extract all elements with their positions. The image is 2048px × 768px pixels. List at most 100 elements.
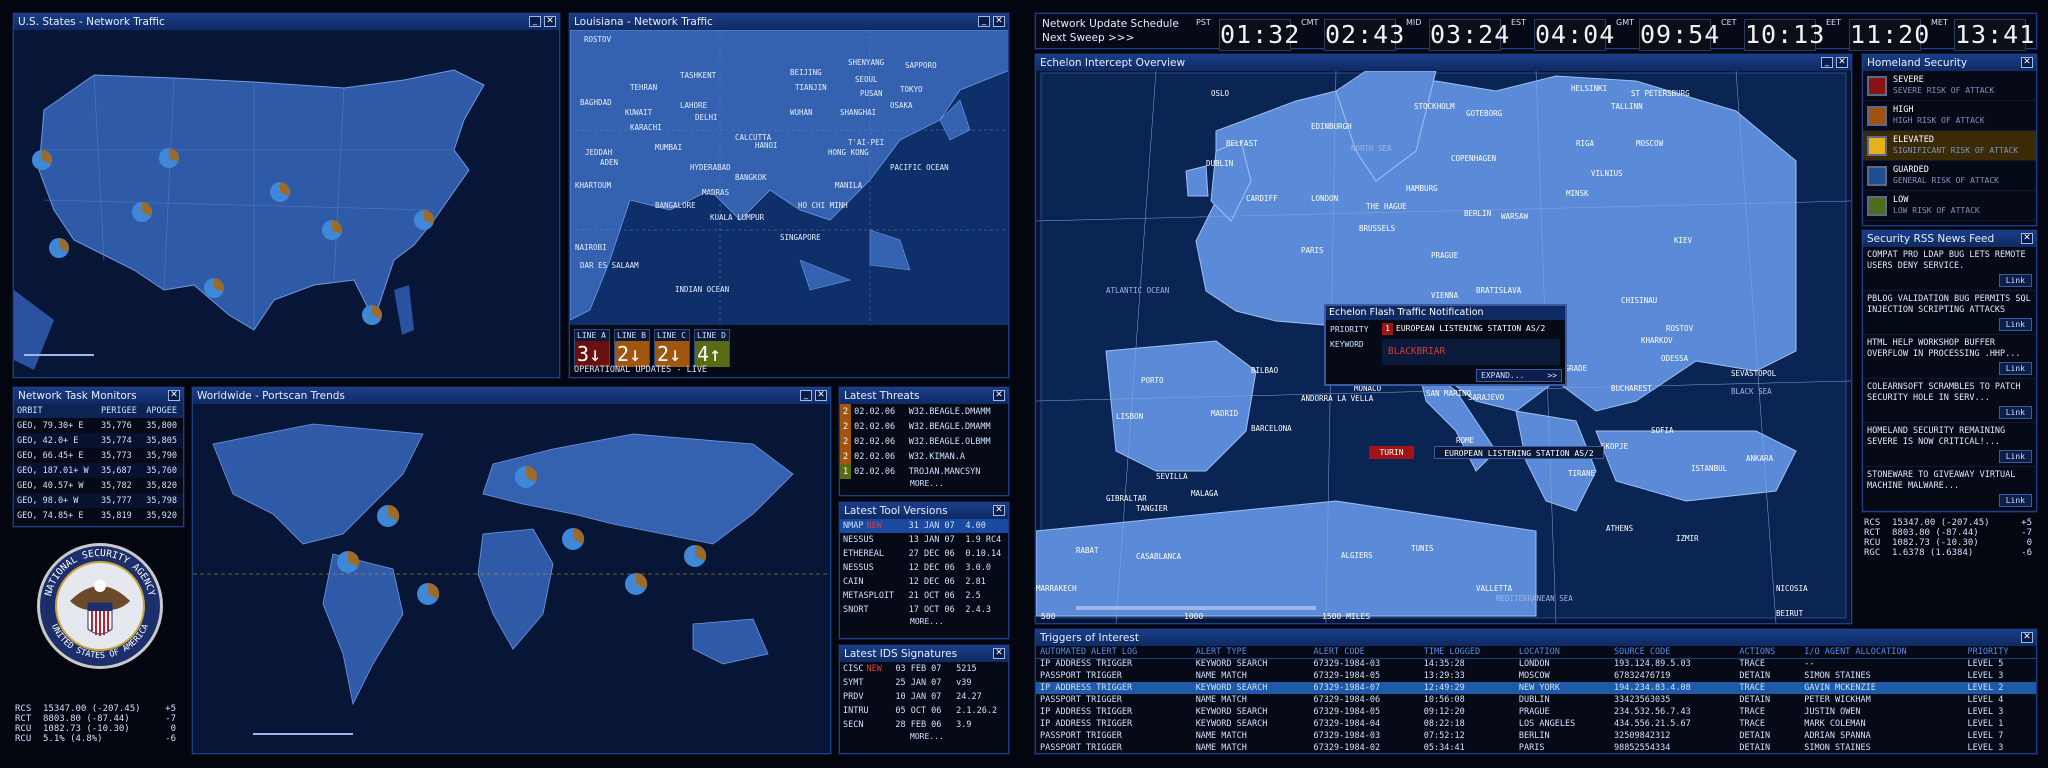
table-row[interactable]: GEO, 74.85+ E 35,819 35,920 xyxy=(14,508,183,523)
tools-more-link[interactable]: MORE... xyxy=(910,617,1008,626)
threat-row[interactable]: 2 02.02.06 W32.BEAGLE.DMAMM xyxy=(840,404,1008,419)
threat-level-swatch xyxy=(1867,106,1887,126)
trigger-row[interactable]: PASSPORT TRIGGER NAME MATCH 67329-1984-06 1… xyxy=(1036,694,2036,706)
line-label: LINE B xyxy=(615,330,649,341)
operational-status: OPERATIONAL UPDATES - LIVE xyxy=(574,365,708,375)
louisiana-panel-header[interactable]: Louisiana - Network Traffic _ ✕ xyxy=(570,14,1008,30)
table-row[interactable]: SYMT 25 JAN 07 v39 xyxy=(840,676,1008,690)
table-row[interactable]: GEO, 98.0+ W 35,777 35,798 xyxy=(14,493,183,508)
trigger-cell: 98852554334 xyxy=(1614,743,1671,753)
table-row[interactable]: GEO, 66.45+ E 35,773 35,790 xyxy=(14,448,183,463)
us-map xyxy=(14,30,559,377)
rss-link-button[interactable]: Link xyxy=(1998,362,2032,375)
flash-traffic-notification[interactable]: Echelon Flash Traffic Notification PRIOR… xyxy=(1324,304,1567,386)
echelon-header[interactable]: Echelon Intercept Overview _ ✕ xyxy=(1036,55,1851,71)
ntm-header[interactable]: Network Task Monitors ✕ xyxy=(14,388,183,404)
table-row[interactable]: PRDV 10 JAN 07 24.27 xyxy=(840,690,1008,704)
close-icon[interactable]: ✕ xyxy=(2021,632,2033,643)
line-indicator[interactable]: LINE D 4↑ xyxy=(694,329,730,367)
line-indicator[interactable]: LINE A 3↓ xyxy=(574,329,610,367)
table-row[interactable]: SECN 28 FEB 06 3.9 xyxy=(840,718,1008,732)
trigger-row[interactable]: IP ADDRESS TRIGGER KEYWORD SEARCH 67329-19… xyxy=(1036,658,2036,670)
table-row[interactable]: GEO, 40.57+ W 35,782 35,820 xyxy=(14,478,183,493)
close-icon[interactable]: ✕ xyxy=(2021,57,2033,68)
trigger-row[interactable]: PASSPORT TRIGGER NAME MATCH 67329-1984-05 1… xyxy=(1036,670,2036,682)
line-label: LINE C xyxy=(655,330,689,341)
minimize-icon[interactable]: _ xyxy=(529,16,541,27)
table-row[interactable]: NESSUS 13 JAN 07 1.9 RC4 xyxy=(840,533,1008,547)
threats-more-link[interactable]: MORE... xyxy=(910,479,1008,488)
minimize-icon[interactable]: _ xyxy=(1821,57,1833,68)
close-icon[interactable]: ✕ xyxy=(168,390,180,401)
close-icon[interactable]: ✕ xyxy=(993,648,1005,659)
threat-row[interactable]: 2 02.02.06 W32.KIMAN.A xyxy=(840,449,1008,464)
threat-row[interactable]: 2 02.02.06 W32.BEAGLE.DMAMM xyxy=(840,419,1008,434)
asia-city-label: BANGKOK xyxy=(735,173,767,182)
threat-level-row[interactable]: GUARDED GENERAL RISK OF ATTACK xyxy=(1863,161,2036,191)
us-panel-header[interactable]: U.S. States - Network Traffic _ ✕ xyxy=(14,14,559,30)
asia-city-label: ADEN xyxy=(600,158,618,167)
rss-link-button[interactable]: Link xyxy=(1998,450,2032,463)
rss-header[interactable]: Security RSS News Feed ✕ xyxy=(1863,231,2036,247)
threat-level-row[interactable]: HIGH HIGH RISK OF ATTACK xyxy=(1863,101,2036,131)
threat-row[interactable]: 2 02.02.06 W32.BEAGLE.OLBMM xyxy=(840,434,1008,449)
rss-link-button[interactable]: Link xyxy=(1998,494,2032,507)
close-icon[interactable]: ✕ xyxy=(993,16,1005,27)
homeland-header[interactable]: Homeland Security ✕ xyxy=(1863,55,2036,71)
close-icon[interactable]: ✕ xyxy=(993,390,1005,401)
turin-tag[interactable]: TURIN xyxy=(1369,446,1414,459)
threat-level-row[interactable]: LOW LOW RISK OF ATTACK xyxy=(1863,191,2036,221)
threat-level-row[interactable]: SEVERE SEVERE RISK OF ATTACK xyxy=(1863,71,2036,101)
ids-header[interactable]: Latest IDS Signatures ✕ xyxy=(840,646,1008,662)
europe-city-label: ROSTOV xyxy=(1666,324,1694,333)
close-icon[interactable]: ✕ xyxy=(993,505,1005,516)
tools-header[interactable]: Latest Tool Versions ✕ xyxy=(840,503,1008,519)
readout-delta: +5 xyxy=(165,704,176,714)
table-row[interactable]: NESSUS 12 DEC 06 3.0.0 xyxy=(840,561,1008,575)
minimize-icon[interactable]: _ xyxy=(800,390,812,401)
minimize-icon[interactable]: _ xyxy=(978,16,990,27)
table-row[interactable]: CISC NEW 03 FEB 07 5215 xyxy=(840,662,1008,676)
threat-row[interactable]: 1 02.02.06 TROJAN.MANCSYN xyxy=(840,464,1008,479)
table-row[interactable]: GEO, 79.30+ E 35,776 35,800 xyxy=(14,418,183,433)
threats-header[interactable]: Latest Threats ✕ xyxy=(840,388,1008,404)
threat-date: 02.02.06 xyxy=(854,451,896,462)
threat-level-row[interactable]: ELEVATED SIGNIFICANT RISK OF ATTACK xyxy=(1863,131,2036,161)
ids-more-link[interactable]: MORE... xyxy=(910,732,1008,741)
europe-city-label: TIRANE xyxy=(1568,469,1596,478)
table-row[interactable]: CAIN 12 DEC 06 2.81 xyxy=(840,575,1008,589)
asia-city-label: KARACHI xyxy=(630,123,662,132)
table-row[interactable]: ETHEREAL 27 DEC 06 0.10.14 xyxy=(840,547,1008,561)
table-row[interactable]: GEO, 42.0+ E 35,774 35,805 xyxy=(14,433,183,448)
table-row[interactable]: METASPLOIT 21 OCT 06 2.5 xyxy=(840,589,1008,603)
triggers-header[interactable]: Triggers of Interest ✕ xyxy=(1036,630,2036,646)
line-label: LINE A xyxy=(575,330,609,341)
close-icon[interactable]: ✕ xyxy=(2021,233,2033,244)
rss-link-button[interactable]: Link xyxy=(1998,406,2032,419)
table-row[interactable]: SNORT 17 OCT 06 2.4.3 xyxy=(840,603,1008,617)
line-indicator[interactable]: LINE C 2↓ xyxy=(654,329,690,367)
close-icon[interactable]: ✕ xyxy=(815,390,827,401)
rss-link-button[interactable]: Link xyxy=(1998,274,2032,287)
trigger-row[interactable]: IP ADDRESS TRIGGER KEYWORD SEARCH 67329-19… xyxy=(1036,718,2036,730)
next-sweep[interactable]: Next Sweep >>> xyxy=(1042,32,1134,44)
rss-link-button[interactable]: Link xyxy=(1998,318,2032,331)
close-icon[interactable]: ✕ xyxy=(544,16,556,27)
table-row[interactable]: GEO, 187.01+ W 35,687 35,760 xyxy=(14,463,183,478)
line-indicator[interactable]: LINE B 2↓ xyxy=(614,329,650,367)
europe-city-label: BRUSSELS xyxy=(1359,224,1396,233)
europe-city-label: PORTO xyxy=(1141,376,1164,385)
worldwide-header[interactable]: Worldwide - Portscan Trends _ ✕ xyxy=(193,388,830,404)
table-row[interactable]: INTRU 05 OCT 06 2.1.26.2 xyxy=(840,704,1008,718)
trigger-row[interactable]: PASSPORT TRIGGER NAME MATCH 67329-1984-02 0… xyxy=(1036,742,2036,753)
trigger-row[interactable]: PASSPORT TRIGGER NAME MATCH 67329-1984-03 0… xyxy=(1036,730,2036,742)
nsa-seal-icon: NATIONAL SECURITY AGENCY UNITED STATES O… xyxy=(37,543,163,669)
close-icon[interactable]: ✕ xyxy=(1836,57,1848,68)
trigger-row[interactable]: IP ADDRESS TRIGGER KEYWORD SEARCH 67329-19… xyxy=(1036,682,2036,694)
trigger-row[interactable]: IP ADDRESS TRIGGER KEYWORD SEARCH 67329-19… xyxy=(1036,706,2036,718)
tool-date: 03 FEB 07 xyxy=(895,664,942,674)
trigger-cell: LEVEL 4 xyxy=(1967,695,2004,705)
table-row[interactable]: NMAP NEW 31 JAN 07 4.00 xyxy=(840,519,1008,533)
flash-expand-button[interactable]: EXPAND... >> xyxy=(1476,369,1562,382)
turin-station-tag[interactable]: EUROPEAN LISTENING STATION AS/2 xyxy=(1434,446,1604,459)
